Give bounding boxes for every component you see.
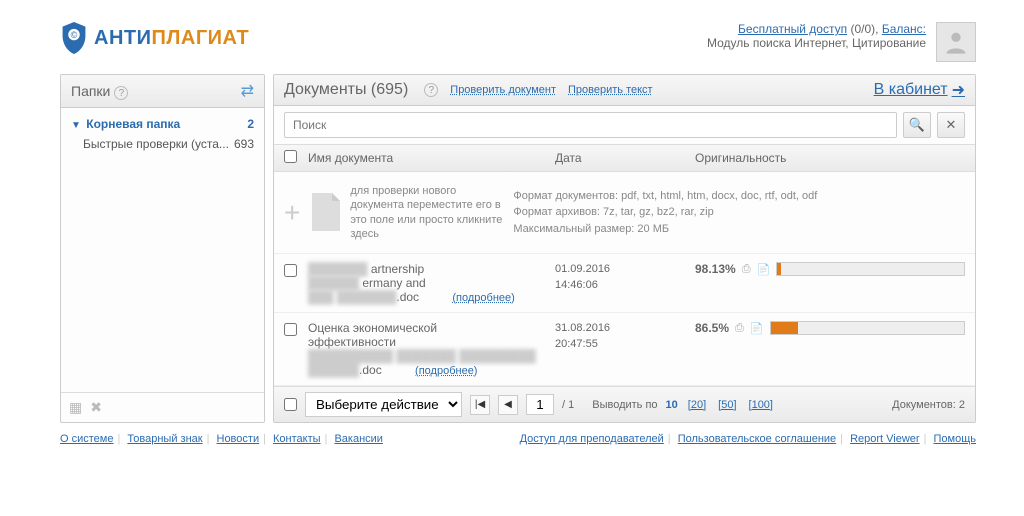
foot-teachers[interactable]: Доступ для преподавателей — [520, 433, 664, 445]
originality-bar — [776, 262, 965, 276]
search-button[interactable]: 🔍 — [903, 112, 931, 138]
balance-link[interactable]: Баланс: — [882, 22, 926, 36]
page-total: / 1 — [562, 399, 574, 411]
page-input[interactable] — [526, 394, 554, 415]
foot-contacts[interactable]: Контакты — [273, 433, 321, 445]
report-icon[interactable]: 📄 — [757, 263, 771, 276]
fmt-arch: Формат архивов: 7z, tar, gz, bz2, rar, z… — [513, 204, 817, 221]
foot-help[interactable]: Помощь — [934, 433, 977, 445]
logo: © АНТИПЛАГИАТ — [60, 22, 249, 54]
header-sub: Модуль поиска Интернет, Цитирование — [707, 36, 926, 50]
foot-about[interactable]: О системе — [60, 433, 113, 445]
folder-root-count: 2 — [247, 117, 254, 131]
search-input[interactable] — [284, 112, 897, 138]
chart-icon[interactable]: ⎙ — [742, 263, 751, 276]
originality: 86.5% — [695, 321, 729, 335]
select-all[interactable] — [284, 150, 297, 163]
more-link[interactable]: (подробнее) — [415, 365, 477, 377]
table-row: ███████ artnership ██████ ermany and ███… — [274, 254, 975, 313]
shield-icon: © — [60, 22, 88, 54]
chart-icon[interactable]: ⎙ — [735, 322, 744, 335]
row-check[interactable] — [284, 323, 297, 336]
user-icon — [942, 28, 970, 56]
help-icon[interactable]: ? — [424, 83, 438, 97]
documents-panel: Документы (695) ? Проверить документ Про… — [273, 74, 976, 423]
originality-bar — [770, 321, 965, 335]
avatar[interactable] — [936, 22, 976, 62]
per-10[interactable]: 10 — [666, 399, 678, 411]
folders-title: Папки — [71, 83, 110, 99]
upload-zone[interactable]: + для проверки нового документа перемест… — [274, 172, 975, 254]
footer-check[interactable] — [284, 398, 297, 411]
new-folder-icon[interactable]: ▦ — [69, 399, 82, 416]
per-label: Выводить по — [592, 399, 657, 411]
plus-icon: + — [284, 197, 300, 229]
folder-quick-count: 693 — [234, 137, 254, 151]
documents-title: Документы (695) — [284, 81, 408, 99]
per-20[interactable]: [20] — [688, 399, 706, 411]
row-check[interactable] — [284, 264, 297, 277]
folder-quick[interactable]: Быстрые проверки (уста... 693 — [61, 134, 264, 154]
swap-icon[interactable]: ⇄ — [241, 81, 254, 101]
check-text-link[interactable]: Проверить текст — [568, 84, 653, 96]
folder-root[interactable]: ▼ Корневая папка 2 — [61, 114, 264, 134]
clear-button[interactable]: ✕ — [937, 112, 965, 138]
foot-jobs[interactable]: Вакансии — [334, 433, 383, 445]
per-100[interactable]: [100] — [749, 399, 773, 411]
fmt-max: Максимальный размер: 20 МБ — [513, 221, 817, 238]
foot-news[interactable]: Новости — [217, 433, 260, 445]
foot-trademark[interactable]: Товарный знак — [127, 433, 202, 445]
delete-folder-icon[interactable]: ✖ — [90, 399, 102, 416]
logo-text-2: ПЛАГИАТ — [151, 27, 249, 49]
doc-count: Документов: 2 — [892, 399, 965, 411]
originality: 98.13% — [695, 262, 736, 276]
report-icon[interactable]: 📄 — [750, 322, 764, 335]
upload-hint: для проверки нового документа переместит… — [350, 184, 505, 241]
exit-icon: ➜ — [952, 80, 965, 100]
document-icon — [308, 193, 342, 233]
cabinet-link[interactable]: В кабинет ➜ — [874, 80, 965, 100]
svg-text:©: © — [71, 30, 78, 40]
check-doc-link[interactable]: Проверить документ — [450, 84, 556, 96]
free-frac: (0/0), — [850, 22, 878, 36]
first-page[interactable]: |◀ — [470, 395, 490, 415]
help-icon[interactable]: ? — [114, 86, 128, 100]
folders-panel: Папки? ⇄ ▼ Корневая папка 2 Быстрые пров… — [60, 74, 265, 423]
col-name: Имя документа — [308, 151, 555, 165]
free-access-link[interactable]: Бесплатный доступ — [738, 22, 847, 36]
caret-icon: ▼ — [71, 120, 81, 131]
table-row: Оценка экономической эффективности █████… — [274, 313, 975, 386]
foot-agreement[interactable]: Пользовательское соглашение — [678, 433, 836, 445]
prev-page[interactable]: ◀ — [498, 395, 518, 415]
more-link[interactable]: (подробнее) — [452, 292, 514, 304]
col-orig: Оригинальность — [695, 151, 965, 165]
col-date: Дата — [555, 151, 695, 165]
action-select[interactable]: Выберите действие — [305, 392, 462, 417]
logo-text-1: АНТИ — [94, 27, 151, 49]
per-50[interactable]: [50] — [718, 399, 736, 411]
foot-report[interactable]: Report Viewer — [850, 433, 920, 445]
fmt-docs: Формат документов: pdf, txt, html, htm, … — [513, 188, 817, 205]
